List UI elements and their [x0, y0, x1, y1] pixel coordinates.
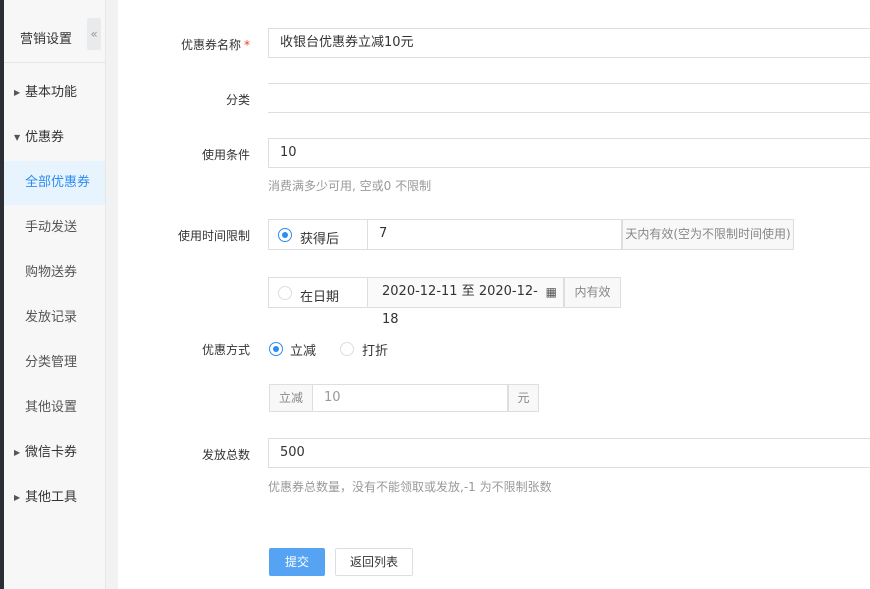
radio-discount[interactable] [340, 342, 354, 356]
sidebar-item-manual-send[interactable]: 手动发送 [4, 206, 105, 250]
days-input[interactable]: 7 [368, 219, 622, 250]
caret-right-icon: ▶ [14, 448, 21, 457]
option-discount-label: 打折 [362, 344, 389, 359]
time-limit-label: 使用时间限制 [177, 229, 250, 243]
radio-date[interactable] [278, 286, 292, 300]
sidebar-group-other-tools[interactable]: ▶ 其他工具 [4, 476, 105, 520]
sidebar-item-other-settings[interactable]: 其他设置 [4, 386, 105, 430]
coupon-name-label: 优惠券名称 * [180, 38, 250, 52]
caret-down-icon: ▼ [14, 133, 21, 142]
sidebar-group-basic[interactable]: ▶ 基本功能 [4, 71, 105, 115]
coupon-name-input[interactable]: 收银台优惠券立减10元 [268, 28, 870, 58]
divider [4, 62, 105, 63]
category-input[interactable] [268, 83, 870, 113]
category-label: 分类 [225, 93, 250, 107]
minus-suffix: 元 [508, 384, 539, 412]
back-to-list-button[interactable]: 返回列表 [335, 548, 413, 576]
caret-right-icon: ▶ [14, 88, 21, 97]
sidebar-title: 营销设置 [20, 32, 73, 47]
sidebar-item-send-records[interactable]: 发放记录 [4, 296, 105, 340]
option-minus-label: 立减 [290, 344, 317, 359]
main-panel: 优惠券名称 * 收银台优惠券立减10元 分类 使用条件 10 消费满多少可用, 空… [106, 0, 870, 589]
date-range-value: 2020-12-11 至 2020-12-18 [382, 284, 538, 327]
sidebar-item-category-manage[interactable]: 分类管理 [4, 341, 105, 385]
condition-label: 使用条件 [201, 148, 250, 162]
minus-prefix: 立减 [269, 384, 313, 412]
option-after-label: 获得后 [300, 232, 340, 247]
condition-hint: 消费满多少可用, 空或0 不限制 [268, 179, 432, 193]
condition-input[interactable]: 10 [268, 138, 870, 168]
sidebar-group-label: 优惠券 [25, 130, 65, 145]
collapse-icon[interactable]: « [87, 18, 101, 50]
sidebar-item-all-coupons[interactable]: 全部优惠券 [4, 161, 105, 205]
days-suffix: 天内有效(空为不限制时间使用) [622, 219, 794, 250]
sidebar-group-label: 基本功能 [25, 85, 78, 100]
submit-button[interactable]: 提交 [269, 548, 325, 576]
date-range-input[interactable]: 2020-12-11 至 2020-12-18 ▦ [368, 277, 564, 327]
sidebar-group-coupon[interactable]: ▼ 优惠券 [4, 116, 105, 160]
date-suffix: 内有效 [564, 277, 621, 308]
discount-type-label: 优惠方式 [201, 343, 250, 357]
radio-after[interactable] [278, 228, 292, 242]
caret-right-icon: ▶ [14, 493, 21, 502]
total-input[interactable]: 500 [268, 438, 870, 468]
sidebar-group-label: 微信卡券 [25, 445, 78, 460]
total-hint: 优惠券总数量，没有不能领取或发放,-1 为不限制张数 [268, 480, 552, 494]
sidebar-group-wechat-card[interactable]: ▶ 微信卡券 [4, 431, 105, 475]
total-label: 发放总数 [201, 448, 250, 462]
radio-minus[interactable] [269, 342, 283, 356]
option-after-box[interactable]: 获得后 [268, 219, 368, 250]
sidebar-item-purchase-send[interactable]: 购物送券 [4, 251, 105, 295]
sidebar: 营销设置 « ▶ 基本功能 ▼ 优惠券 全部优惠券 手动发送 购物送券 发放记录… [4, 0, 106, 589]
calendar-icon[interactable]: ▦ [546, 278, 557, 306]
sidebar-group-label: 其他工具 [25, 490, 78, 505]
minus-amount-input[interactable]: 10 [313, 384, 508, 412]
option-date-box[interactable]: 在日期 [268, 277, 368, 308]
option-date-label: 在日期 [300, 290, 340, 305]
